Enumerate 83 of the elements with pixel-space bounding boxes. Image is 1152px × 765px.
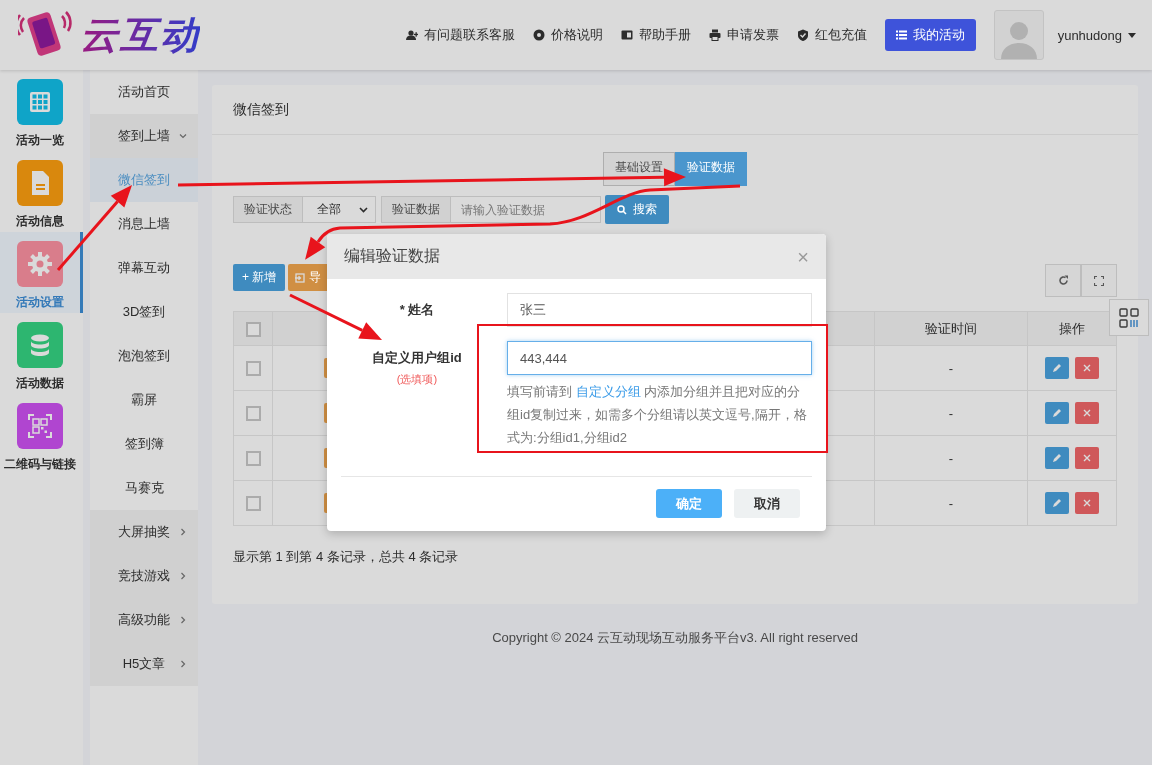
filter-label: 验证数据 bbox=[381, 196, 451, 223]
book-icon bbox=[620, 29, 633, 41]
user-menu[interactable]: yunhudong bbox=[1057, 27, 1136, 43]
filter-label: 验证状态 bbox=[233, 196, 303, 223]
table-cell: - bbox=[948, 495, 954, 511]
rail-item[interactable]: 活动信息 bbox=[0, 151, 83, 232]
edit-button[interactable] bbox=[1045, 492, 1069, 514]
checkbox[interactable] bbox=[245, 361, 261, 377]
pencil-icon bbox=[1052, 453, 1062, 463]
header-link[interactable]: 帮助手册 bbox=[620, 26, 691, 44]
avatar[interactable] bbox=[993, 10, 1044, 60]
text-field[interactable]: 443,444 bbox=[507, 341, 812, 375]
checkbox[interactable] bbox=[245, 406, 261, 422]
pencil-icon bbox=[1052, 408, 1062, 418]
menu-item[interactable]: 弹幕互动 bbox=[90, 246, 198, 290]
close-icon bbox=[1083, 454, 1091, 462]
menu-item[interactable]: 马赛克 bbox=[90, 466, 198, 510]
delete-button[interactable] bbox=[1075, 492, 1099, 514]
record-summary: 显示第 1 到第 4 条记录，总共 4 条记录 bbox=[233, 548, 460, 566]
search-field[interactable]: 请输入验证数据 bbox=[451, 196, 601, 223]
search-button[interactable]: 搜索 bbox=[605, 195, 669, 224]
user-plus-icon bbox=[405, 29, 418, 41]
header-link[interactable]: 申请发票 bbox=[708, 26, 779, 44]
shield-icon bbox=[796, 29, 809, 41]
field-label: 自定义用户组id bbox=[372, 349, 462, 367]
list-icon bbox=[895, 30, 907, 40]
table-cell: - bbox=[948, 405, 954, 421]
menu-item[interactable]: 签到簿 bbox=[90, 422, 198, 466]
caret-icon bbox=[1128, 32, 1136, 38]
cancel-button[interactable]: 取消 bbox=[734, 489, 800, 518]
checkbox[interactable] bbox=[245, 451, 261, 467]
add-button[interactable]: + 新增 bbox=[233, 264, 286, 291]
printer-icon bbox=[708, 29, 721, 41]
checkbox[interactable] bbox=[245, 496, 261, 512]
menu-item[interactable]: 竞技游戏 bbox=[90, 554, 198, 598]
close-icon bbox=[1083, 499, 1091, 507]
delete-button[interactable] bbox=[1075, 402, 1099, 424]
delete-button[interactable] bbox=[1075, 357, 1099, 379]
fullscreen-icon bbox=[1094, 275, 1104, 286]
column-header: 验证时间 bbox=[925, 320, 977, 336]
rail-item[interactable]: 活动数据 bbox=[0, 313, 83, 394]
help-text: 填写前请到 自定义分组 内添加分组并且把对应的分组id复制过来，如需多个分组请以英文逗号,隔开，格式为:分组id1,分组id2 bbox=[507, 383, 808, 447]
grid-layout-icon bbox=[1119, 307, 1139, 328]
status-select[interactable]: 全部 bbox=[303, 196, 376, 223]
menu-item[interactable]: H5文章 bbox=[90, 642, 198, 686]
edit-button[interactable] bbox=[1045, 357, 1069, 379]
header-link[interactable]: 红包充值 bbox=[796, 26, 867, 44]
pencil-icon bbox=[1052, 363, 1062, 373]
menu-item[interactable]: 霸屏 bbox=[90, 378, 198, 422]
rail-item[interactable]: 二维码与链接 bbox=[0, 394, 83, 475]
my-activities-button[interactable]: 我的活动 bbox=[884, 19, 976, 51]
chevron-down-icon bbox=[359, 206, 368, 213]
optional-note: (选填项) bbox=[396, 372, 438, 387]
refresh-button[interactable] bbox=[1045, 264, 1081, 297]
dialog-title: 编辑验证数据 bbox=[344, 246, 440, 266]
import-icon bbox=[295, 272, 306, 283]
refresh-icon bbox=[1057, 275, 1069, 286]
menu-item[interactable]: 签到上墙 bbox=[90, 114, 198, 158]
table-cell: - bbox=[948, 360, 954, 376]
header-link[interactable]: 有问题联系客服 bbox=[405, 26, 515, 44]
header-link[interactable]: 价格说明 bbox=[532, 26, 603, 44]
pencil-icon bbox=[1052, 498, 1062, 508]
card-title: 微信签到 bbox=[233, 100, 289, 119]
edit-button[interactable] bbox=[1045, 402, 1069, 424]
field-label: * 姓名 bbox=[399, 301, 435, 319]
layout-toggle-button[interactable] bbox=[1109, 299, 1149, 336]
copyright-text: Copyright © 2024 云互动现场互动服务平台v3. All right reserved bbox=[492, 630, 858, 645]
menu-item[interactable]: 高级功能 bbox=[90, 598, 198, 642]
menu-item[interactable]: 活动首页 bbox=[90, 70, 198, 114]
text-field[interactable]: 张三 bbox=[507, 293, 812, 327]
rail-item[interactable]: 活动一览 bbox=[0, 70, 83, 151]
close-icon bbox=[1083, 364, 1091, 372]
menu-item[interactable]: 泡泡签到 bbox=[90, 334, 198, 378]
close-icon bbox=[1083, 409, 1091, 417]
menu-item[interactable]: 消息上墙 bbox=[90, 202, 198, 246]
delete-button[interactable] bbox=[1075, 447, 1099, 469]
menu-item[interactable]: 3D签到 bbox=[90, 290, 198, 334]
column-header: 操作 bbox=[1059, 320, 1085, 336]
checkbox[interactable] bbox=[245, 321, 261, 337]
table-cell: - bbox=[948, 450, 954, 466]
menu-item[interactable]: 大屏抽奖 bbox=[90, 510, 198, 554]
search-icon bbox=[617, 204, 627, 215]
edit-button[interactable] bbox=[1045, 447, 1069, 469]
